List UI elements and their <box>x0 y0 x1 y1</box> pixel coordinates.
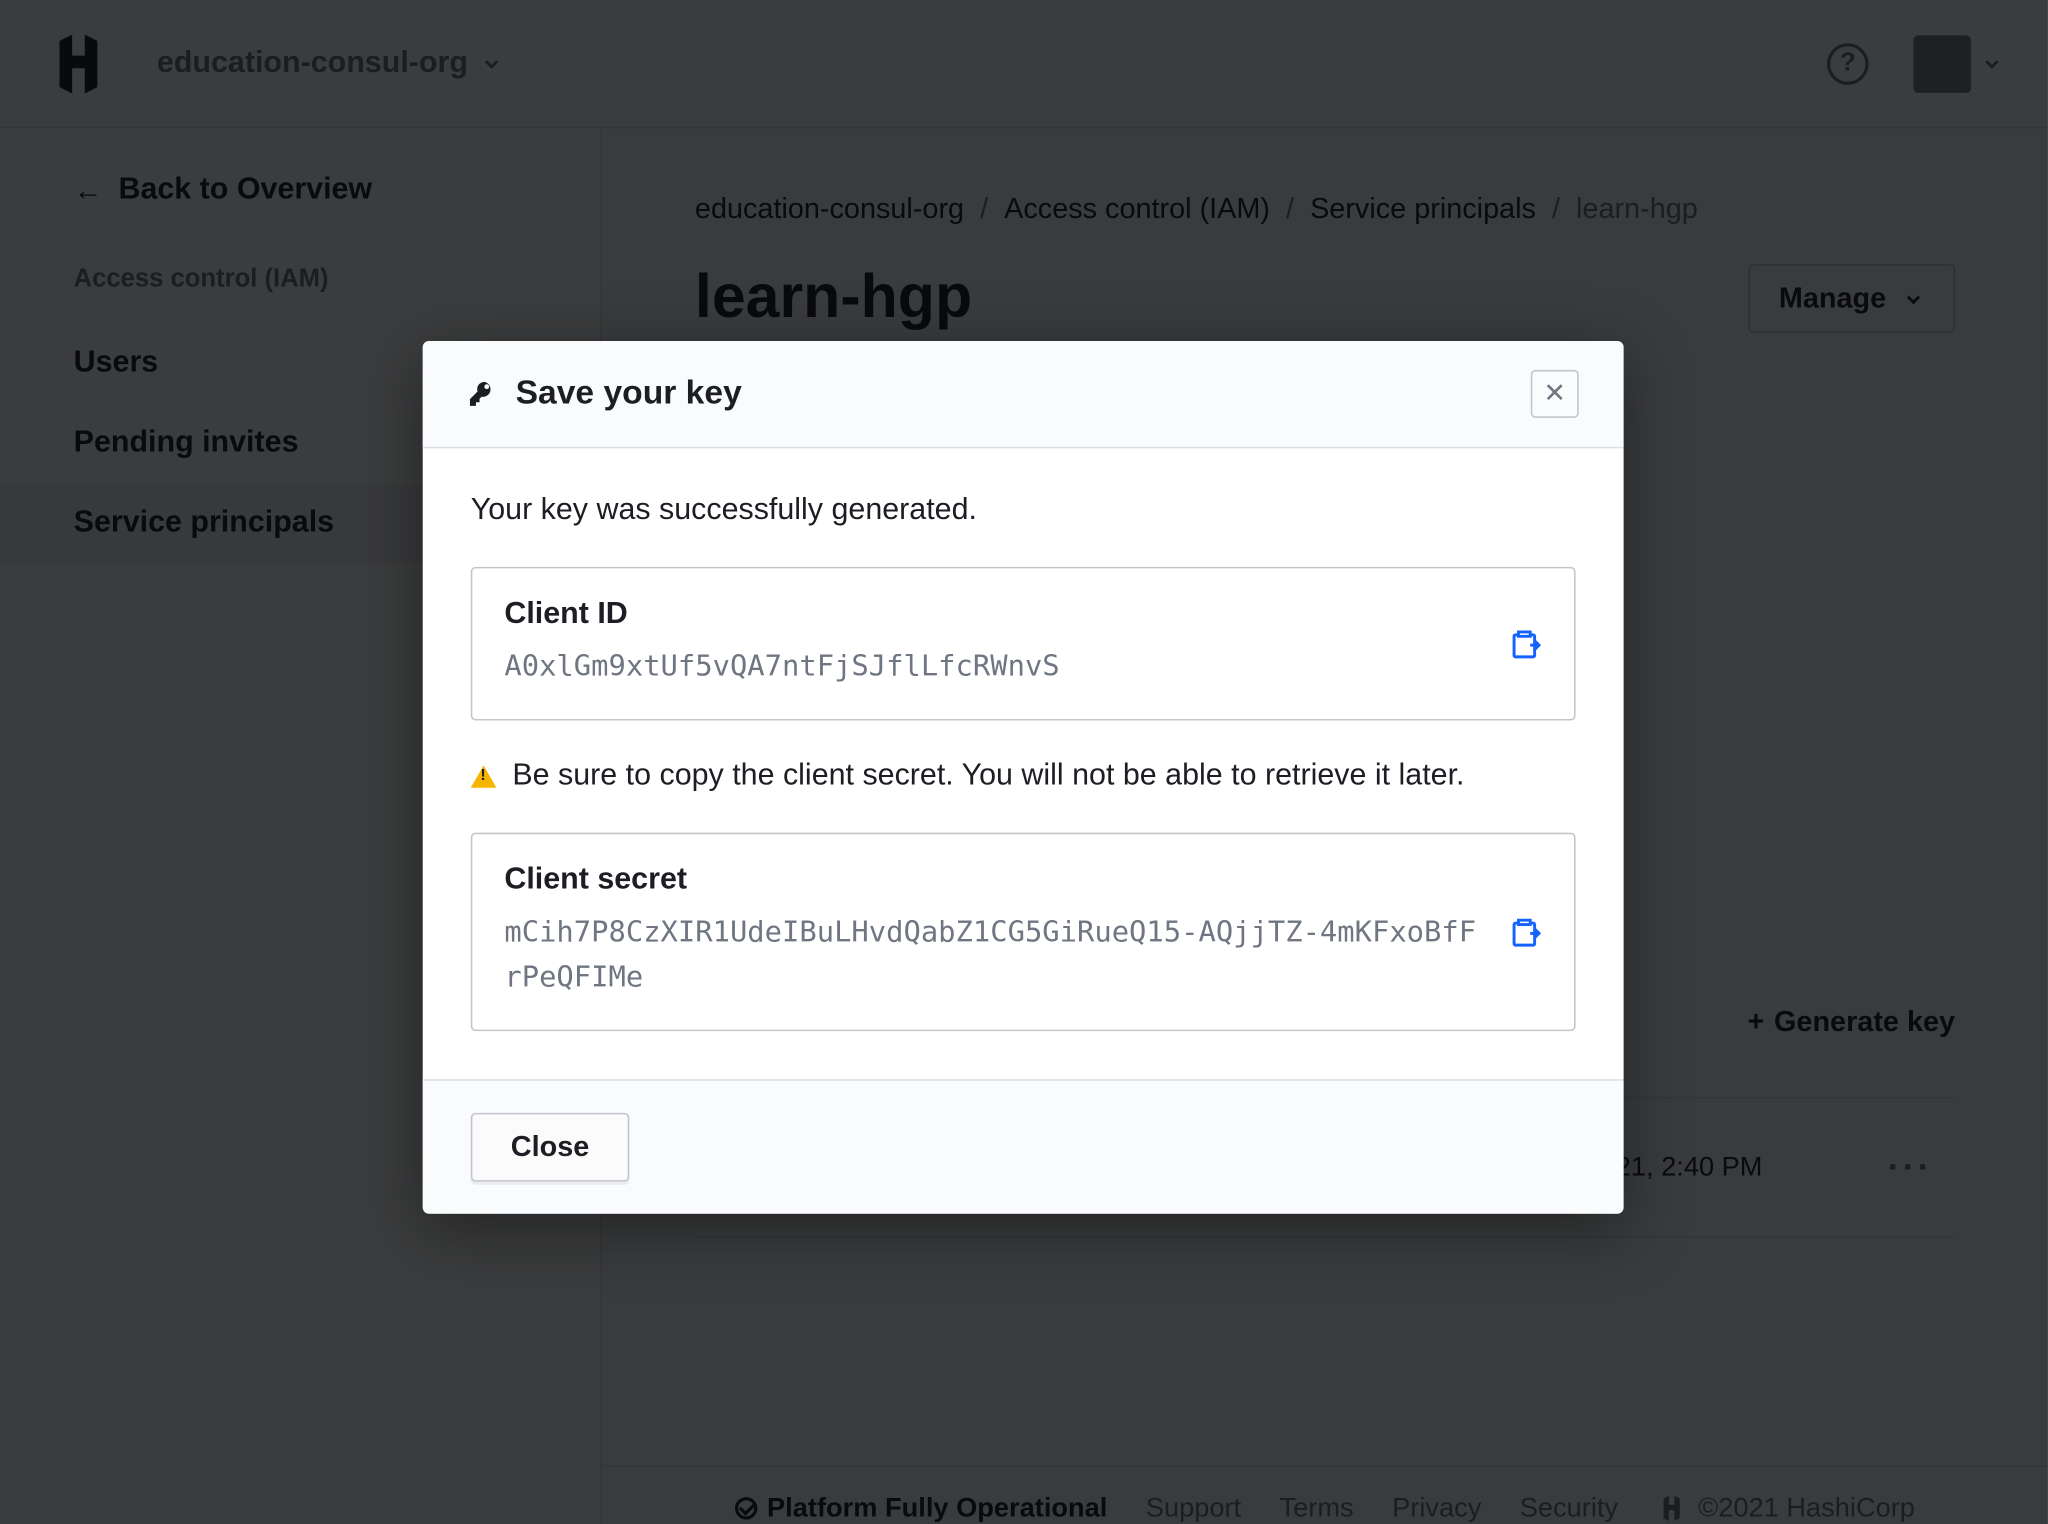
clipboard-icon <box>1507 914 1542 949</box>
warning-icon <box>471 765 497 787</box>
client-secret-label: Client secret <box>504 863 1481 898</box>
copy-client-id-button[interactable] <box>1507 626 1542 661</box>
client-secret-box: Client secret mCih7P8CzXIR1UdeIBuLHvdQab… <box>471 832 1576 1030</box>
client-id-label: Client ID <box>504 597 1481 632</box>
save-key-modal: Save your key ✕ Your key was successfull… <box>423 341 1624 1213</box>
clipboard-icon <box>1507 626 1542 661</box>
warning-row: Be sure to copy the client secret. You w… <box>471 759 1576 794</box>
modal-title-text: Save your key <box>516 375 742 413</box>
close-button[interactable]: Close <box>471 1112 630 1181</box>
client-id-box: Client ID A0xlGm9xtUf5vQA7ntFjSJflLfcRWn… <box>471 567 1576 721</box>
close-icon[interactable]: ✕ <box>1531 370 1579 418</box>
key-icon <box>468 379 497 408</box>
client-secret-value: mCih7P8CzXIR1UdeIBuLHvdQabZ1CG5GiRueQ15-… <box>504 911 1481 1000</box>
copy-client-secret-button[interactable] <box>1507 914 1542 949</box>
success-message: Your key was successfully generated. <box>471 493 1576 528</box>
warning-text: Be sure to copy the client secret. You w… <box>512 759 1464 794</box>
client-id-value: A0xlGm9xtUf5vQA7ntFjSJflLfcRWnvS <box>504 645 1481 690</box>
